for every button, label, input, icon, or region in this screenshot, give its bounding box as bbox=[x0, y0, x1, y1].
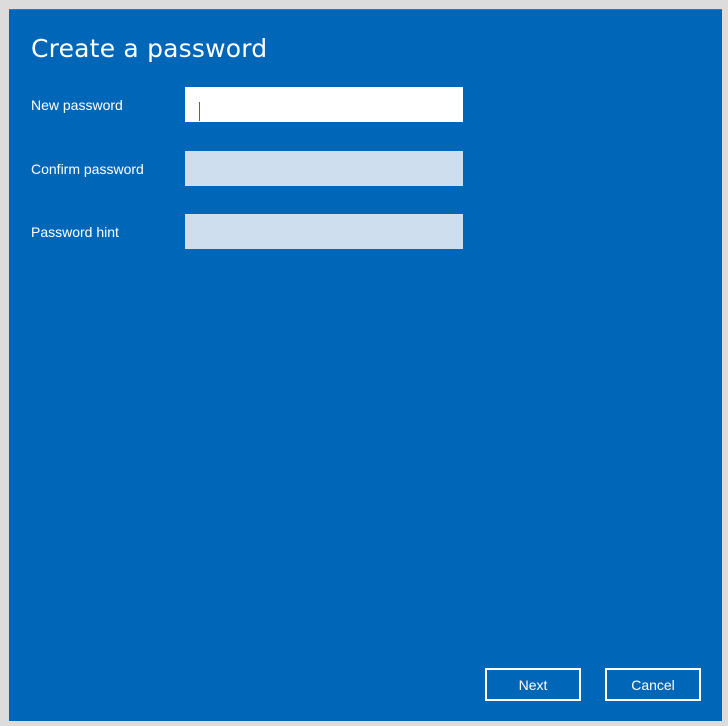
password-hint-label: Password hint bbox=[31, 224, 119, 240]
window-frame: Create a password New password Confirm p… bbox=[0, 0, 728, 726]
cancel-button[interactable]: Cancel bbox=[605, 668, 701, 701]
dialog-title: Create a password bbox=[31, 34, 268, 63]
confirm-password-label: Confirm password bbox=[31, 161, 144, 177]
text-cursor bbox=[199, 102, 200, 121]
password-hint-field[interactable] bbox=[185, 214, 463, 249]
new-password-field[interactable] bbox=[185, 87, 463, 122]
confirm-password-field[interactable] bbox=[185, 151, 463, 186]
create-password-dialog: Create a password New password Confirm p… bbox=[9, 9, 722, 721]
next-button[interactable]: Next bbox=[485, 668, 581, 701]
new-password-label: New password bbox=[31, 97, 123, 113]
